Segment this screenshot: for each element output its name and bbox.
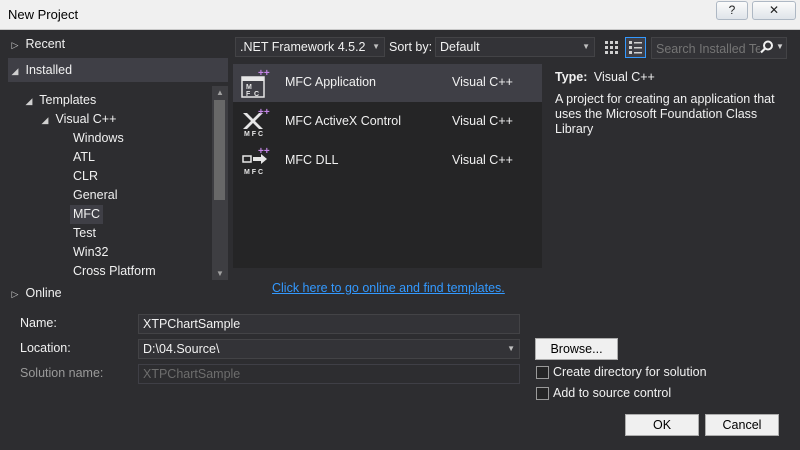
- template-name: MFC DLL: [285, 153, 339, 167]
- template-language: Visual C++: [452, 114, 513, 128]
- browse-button[interactable]: Browse...: [535, 338, 618, 360]
- cancel-button[interactable]: Cancel: [705, 414, 779, 436]
- window-title: New Project: [8, 7, 79, 22]
- location-label: Location:: [20, 341, 71, 355]
- chevron-down-icon: ▼: [582, 42, 590, 51]
- tree-item-windows[interactable]: Windows: [73, 129, 124, 148]
- create-directory-checkbox[interactable]: [536, 366, 549, 379]
- tree-item-test[interactable]: Test: [73, 224, 96, 243]
- template-item-mfc-dll[interactable]: M F C ++ MFC DLL Visual C++: [233, 142, 542, 180]
- svg-text:++: ++: [258, 68, 270, 79]
- grid-view-icon[interactable]: [601, 37, 622, 58]
- name-field[interactable]: XTPChartSample: [138, 314, 520, 334]
- location-value: D:\04.Source\: [143, 342, 220, 356]
- template-item-mfc-application[interactable]: M F C ++ MFC Application Visual C++: [233, 64, 542, 102]
- tree-item-atl[interactable]: ATL: [73, 148, 95, 167]
- scroll-up-icon[interactable]: ▲: [212, 88, 228, 97]
- mfc-activex-icon: M F C ++: [243, 107, 270, 137]
- framework-value: .NET Framework 4.5.2: [240, 40, 366, 54]
- node-installed[interactable]: ◢ Installed: [8, 58, 228, 82]
- sort-by-dropdown[interactable]: Default ▼: [435, 37, 595, 57]
- search-dropdown-icon[interactable]: ▼: [776, 42, 784, 51]
- template-item-mfc-activex[interactable]: M F C ++ MFC ActiveX Control Visual C++: [233, 103, 542, 141]
- close-button[interactable]: ✕: [752, 1, 796, 20]
- search-input[interactable]: [652, 38, 762, 60]
- template-name: MFC ActiveX Control: [285, 114, 402, 128]
- node-recent-label: Recent: [25, 37, 66, 51]
- svg-text:++: ++: [258, 107, 270, 118]
- svg-text:M F C: M F C: [244, 131, 263, 137]
- collapsed-arrow-icon: ▷: [11, 289, 19, 299]
- template-list: M F C ++ MFC Application Visual C++ M F …: [233, 64, 542, 268]
- search-box[interactable]: ▼: [651, 37, 787, 60]
- description-text: A project for creating an application th…: [555, 92, 790, 137]
- tree-label: Visual C++: [55, 112, 117, 126]
- mfc-dll-icon: M F C ++: [242, 146, 270, 176]
- template-language: Visual C++: [452, 75, 513, 89]
- tree-label: Templates: [39, 93, 97, 107]
- sort-by-label: Sort by:: [389, 40, 433, 54]
- tree-item-clr[interactable]: CLR: [73, 167, 98, 186]
- mfc-application-icon: M F C ++: [241, 68, 270, 98]
- template-language: Visual C++: [452, 153, 513, 167]
- node-online-label: Online: [25, 286, 62, 300]
- description-line: uses the Microsoft Foundation Class: [555, 107, 758, 121]
- description-line: Library: [555, 122, 594, 136]
- svg-text:F: F: [246, 91, 251, 98]
- tree-item-cross-platform[interactable]: Cross Platform: [73, 262, 156, 278]
- tree-item-mfc[interactable]: MFC: [70, 205, 104, 224]
- add-source-control-checkbox[interactable]: [536, 387, 549, 400]
- tree-item-win32[interactable]: Win32: [73, 243, 108, 262]
- online-templates-link[interactable]: Click here to go online and find templat…: [272, 281, 505, 295]
- node-recent[interactable]: ▷ Recent: [8, 32, 228, 56]
- type-label: Type:: [555, 70, 588, 84]
- collapsed-arrow-icon: ▷: [11, 40, 19, 50]
- chevron-down-icon: ▼: [507, 344, 515, 353]
- create-directory-label[interactable]: Create directory for solution: [553, 365, 707, 379]
- add-source-control-label[interactable]: Add to source control: [553, 386, 671, 400]
- svg-text:M F C: M F C: [244, 169, 263, 176]
- svg-text:M: M: [246, 84, 252, 91]
- tree-item-visual-cpp[interactable]: ◢ Visual C++: [38, 110, 117, 129]
- name-label: Name:: [20, 316, 57, 330]
- list-view-icon[interactable]: [625, 37, 646, 58]
- description-line: A project for creating an application th…: [555, 92, 775, 106]
- search-icon[interactable]: [760, 40, 774, 57]
- sort-by-value: Default: [440, 40, 480, 54]
- tree-item-templates[interactable]: ◢ Templates: [22, 91, 97, 110]
- svg-text:++: ++: [258, 146, 270, 157]
- expanded-arrow-icon: ◢: [11, 66, 19, 76]
- location-dropdown[interactable]: D:\04.Source\ ▼: [138, 339, 520, 359]
- expanded-arrow-icon: ◢: [41, 115, 49, 125]
- node-installed-label: Installed: [25, 63, 73, 77]
- title-bar: New Project ? ✕: [0, 0, 800, 30]
- solution-name-label: Solution name:: [20, 366, 104, 380]
- tree-clip: Cross Platform: [60, 262, 212, 278]
- template-name: MFC Application: [285, 75, 377, 89]
- tree-scroll-thumb[interactable]: [214, 100, 225, 200]
- ok-button[interactable]: OK: [625, 414, 699, 436]
- scroll-down-icon[interactable]: ▼: [212, 269, 228, 278]
- description-panel: Type: Visual C++ A project for creating …: [555, 70, 790, 137]
- chevron-down-icon: ▼: [372, 42, 380, 51]
- expanded-arrow-icon: ◢: [25, 96, 33, 106]
- tree-item-general[interactable]: General: [73, 186, 117, 205]
- framework-dropdown[interactable]: .NET Framework 4.5.2 ▼: [235, 37, 385, 57]
- description-type: Type: Visual C++: [555, 70, 790, 84]
- node-online[interactable]: ▷ Online: [8, 281, 228, 305]
- svg-text:C: C: [254, 91, 259, 98]
- help-button[interactable]: ?: [716, 1, 748, 20]
- type-value: Visual C++: [593, 70, 655, 84]
- solution-name-field: XTPChartSample: [138, 364, 520, 384]
